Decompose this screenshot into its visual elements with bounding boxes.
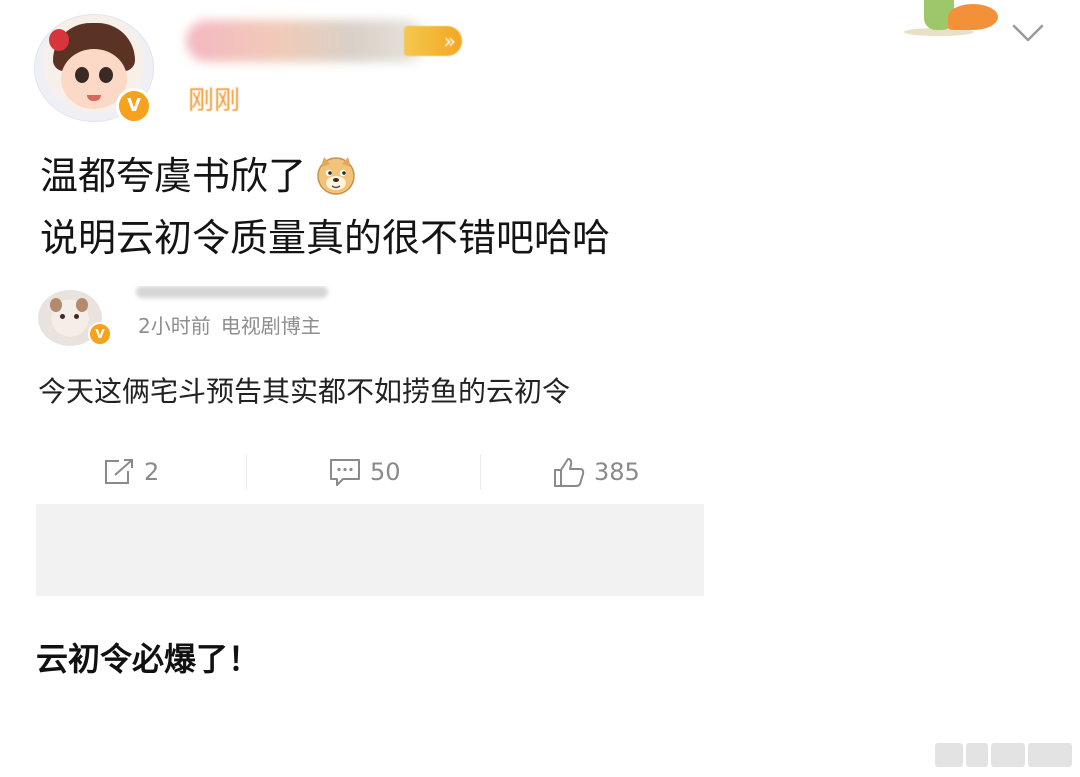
comment-button[interactable]: 50: [328, 446, 401, 498]
action-divider: [480, 454, 481, 490]
repost-count: 2: [144, 458, 160, 486]
feed-separator: [36, 504, 704, 596]
like-icon: [554, 458, 585, 487]
like-button[interactable]: 385: [552, 446, 640, 498]
embedded-author-tag: 电视剧博主: [220, 314, 321, 338]
repost-button[interactable]: 2: [102, 446, 159, 498]
post-text-line-2: 说明云初令质量真的很不错吧哈哈: [40, 218, 611, 260]
header-decoration-illustration: [904, 0, 1000, 40]
comment-icon: [330, 459, 360, 486]
author-avatar[interactable]: V: [34, 14, 154, 124]
author-name-redacted[interactable]: [186, 20, 426, 62]
verified-badge-icon: V: [116, 88, 152, 124]
action-divider: [246, 454, 247, 490]
chevron-down-icon[interactable]: [1010, 18, 1046, 48]
comment-count: 50: [370, 458, 401, 486]
doge-emoji-icon: [317, 157, 355, 195]
post-timestamp: 刚刚: [188, 86, 241, 116]
embedded-verified-badge-icon: V: [88, 322, 112, 346]
embedded-post-text: 今天这俩宅斗预告其实都不如捞鱼的云初令: [38, 375, 571, 408]
repost-icon: [105, 459, 133, 484]
embedded-post-time: 2小时前: [138, 314, 211, 338]
embedded-author-avatar[interactable]: V: [38, 290, 112, 346]
next-post-text: 云初令必爆了！: [36, 640, 261, 678]
embedded-action-bar: 2 50 385: [36, 446, 704, 498]
vip-level-badge[interactable]: »: [404, 26, 462, 56]
like-count: 385: [594, 458, 640, 486]
post-content: 温都夸虞书欣了 说明云初令质量真的很不错吧哈哈: [40, 146, 610, 270]
embedded-post-screenshot: V 2小时前 电视剧博主 今天这俩宅斗预告其实都不如捞鱼的云初令 2 50 38…: [36, 286, 704, 777]
post-text-line-1: 温都夸虞书欣了: [40, 146, 610, 208]
embedded-post-meta: 2小时前 电视剧博主: [138, 310, 321, 339]
embedded-author-name-redacted[interactable]: [136, 286, 328, 298]
watermark-redacted: [896, 740, 1072, 770]
